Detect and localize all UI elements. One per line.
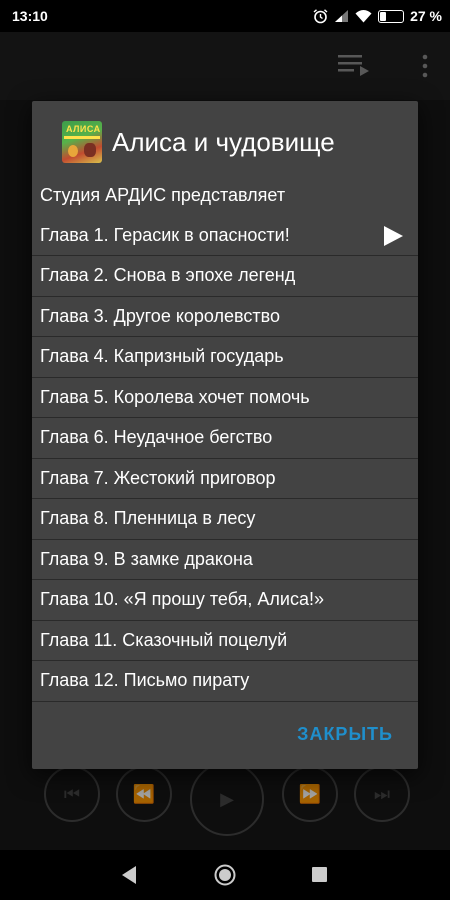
chapter-item[interactable]: Глава 1. Герасик в опасности!: [32, 216, 418, 256]
chapter-label: Глава 8. Пленница в лесу: [40, 508, 256, 528]
chapter-label: Глава 12. Письмо пирату: [40, 670, 250, 690]
dialog-header: АЛИСА Алиса и чудовище: [32, 101, 418, 181]
signal-icon: [335, 10, 349, 22]
chapter-item[interactable]: Глава 10. «Я прошу тебя, Алиса!»: [32, 580, 418, 621]
chapter-list: Студия АРДИС представляет Глава 1. Герас…: [32, 176, 418, 702]
close-button[interactable]: ЗАКРЫТЬ: [297, 724, 393, 745]
chapter-item[interactable]: Глава 8. Пленница в лесу: [32, 499, 418, 540]
alarm-icon: [313, 8, 328, 23]
dialog-title: Алиса и чудовище: [112, 127, 335, 157]
chapter-item[interactable]: Глава 3. Другое королевство: [32, 297, 418, 337]
chapter-item[interactable]: Глава 12. Письмо пирату: [32, 661, 418, 702]
recent-apps-icon[interactable]: [312, 867, 327, 882]
chapter-label: Глава 7. Жестокий приговор: [40, 467, 276, 488]
now-playing-icon: [384, 225, 403, 246]
chapter-item[interactable]: Глава 7. Жестокий приговор: [32, 459, 418, 499]
status-icons: 27 %: [313, 8, 442, 24]
battery-icon: [378, 9, 405, 23]
book-cover-text: АЛИСА: [66, 124, 101, 134]
status-bar: 13:10 27 %: [0, 0, 450, 32]
battery-percent: 27 %: [410, 8, 442, 24]
chapter-item[interactable]: Глава 4. Капризный государь: [32, 337, 418, 378]
chapter-item[interactable]: Глава 5. Королева хочет помочь: [32, 378, 418, 418]
book-cover-image: АЛИСА: [62, 121, 102, 163]
chapter-label: Глава 3. Другое королевство: [40, 305, 281, 326]
chapter-item[interactable]: Глава 2. Снова в эпохе легенд: [32, 256, 418, 297]
chapter-label: Глава 2. Снова в эпохе легенд: [40, 265, 296, 285]
chapter-label: Глава 9. В замке дракона: [40, 548, 253, 569]
chapter-label: Глава 5. Королева хочет помочь: [40, 386, 310, 407]
back-icon[interactable]: [120, 865, 138, 885]
chapter-label: Глава 4. Капризный государь: [40, 346, 284, 366]
chapter-label: Глава 1. Герасик в опасности!: [40, 224, 290, 245]
chapter-label: Глава 6. Неудачное бегство: [40, 427, 273, 447]
chapter-intro-label: Студия АРДИС представляет: [40, 185, 286, 205]
chapter-intro-item[interactable]: Студия АРДИС представляет: [32, 176, 418, 216]
chapter-label: Глава 10. «Я прошу тебя, Алиса!»: [40, 589, 324, 609]
chapters-dialog: АЛИСА Алиса и чудовище Студия АРДИС пред…: [32, 101, 418, 769]
status-time: 13:10: [12, 8, 48, 24]
chapter-item[interactable]: Глава 6. Неудачное бегство: [32, 418, 418, 459]
chapter-item[interactable]: Глава 11. Сказочный поцелуй: [32, 621, 418, 661]
navigation-bar: [0, 850, 450, 900]
home-icon[interactable]: [214, 864, 236, 886]
chapter-item[interactable]: Глава 9. В замке дракона: [32, 540, 418, 580]
wifi-icon: [355, 10, 372, 23]
chapter-label: Глава 11. Сказочный поцелуй: [40, 629, 288, 650]
